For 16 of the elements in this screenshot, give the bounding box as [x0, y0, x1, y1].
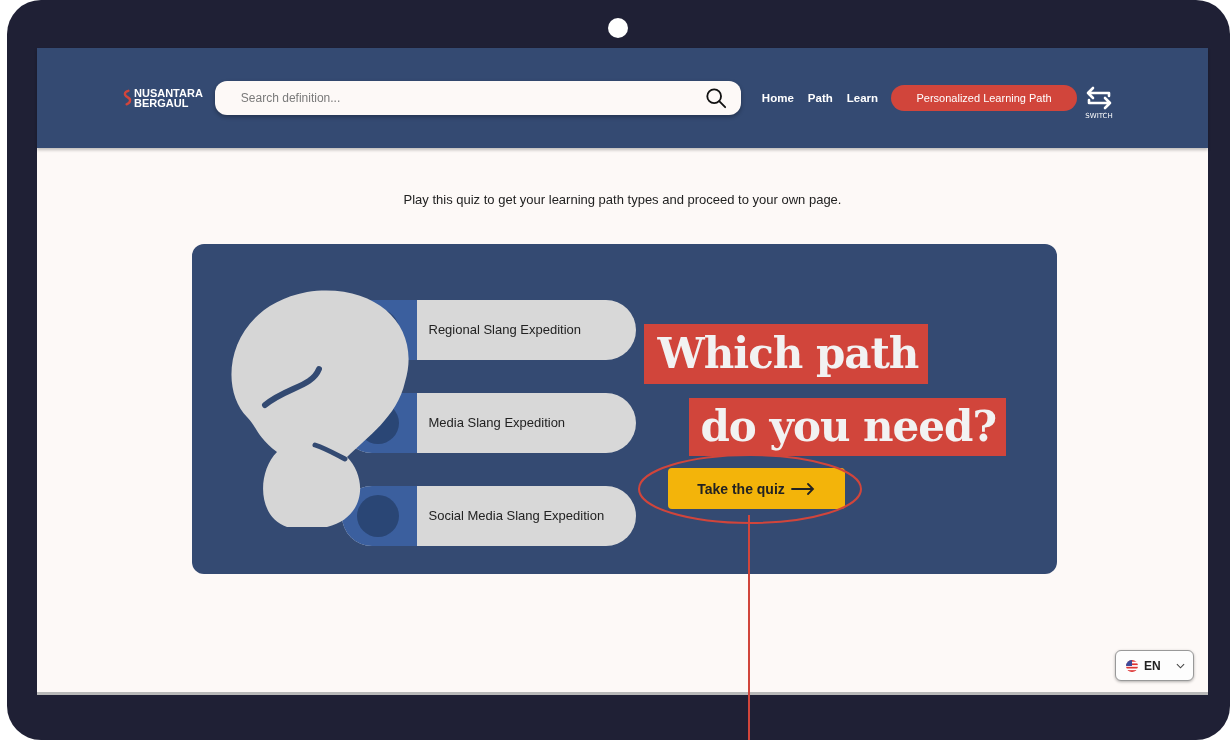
logo-text: BERGAUL — [134, 98, 190, 108]
search-field[interactable]: Search definition... — [214, 81, 741, 115]
path-label: Regional Slang Expedition — [428, 322, 581, 338]
path-label: Social Media Slang Expedition — [428, 508, 605, 524]
path-label: Media Slang Expedition — [428, 415, 566, 431]
language-selector[interactable]: EN — [1115, 650, 1194, 681]
nav-link[interactable]: Home — [754, 92, 801, 104]
headline-text: Which path — [643, 324, 929, 384]
search-input[interactable]: Search definition... — [238, 90, 705, 106]
intro-text: Play this quiz to get your learning path types and proceed to your own page. — [403, 192, 842, 207]
take-quiz-button[interactable]: Take the quiz — [667, 468, 845, 509]
logo-text: NUSANTARA — [134, 88, 203, 98]
personalized-path-button[interactable]: Personalized Learning Path — [891, 85, 1078, 111]
headline-text: do you need? — [688, 398, 1007, 456]
nav-link[interactable]: Path — [800, 92, 840, 104]
nav-link[interactable]: Learn — [839, 92, 886, 104]
